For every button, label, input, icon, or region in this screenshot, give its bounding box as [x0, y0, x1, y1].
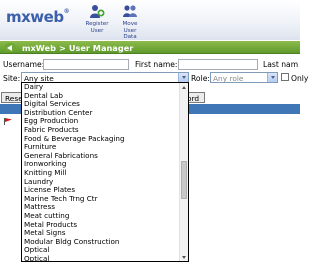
- site-options: Dairy Dental Lab Digital Services Distribut…: [22, 83, 180, 261]
- chevron-down-icon[interactable]: [178, 73, 188, 82]
- scroll-up-icon[interactable]: [180, 83, 188, 91]
- role-select[interactable]: Any role: [210, 72, 278, 83]
- breadcrumb: mxWeb > User Manager: [22, 43, 133, 53]
- move-user-data-button[interactable]: Move User Data: [113, 3, 147, 41]
- role-label: Role:: [191, 74, 210, 83]
- breadcrumb-separator: >: [58, 43, 66, 53]
- breadcrumb-bar: mxWeb > User Manager: [0, 41, 300, 54]
- register-label-1: Register: [85, 21, 109, 27]
- register-user-icon: [90, 5, 105, 18]
- lastname-label: Last nam: [263, 60, 299, 69]
- site-dropdown-list[interactable]: Dairy Dental Lab Digital Services Distribut…: [21, 82, 189, 262]
- only-label: Only: [291, 74, 309, 83]
- site-label: Site:: [3, 74, 21, 83]
- move-user-data-icon: [123, 5, 137, 17]
- firstname-field[interactable]: [178, 59, 258, 70]
- site-option[interactable]: Optical: [22, 254, 180, 261]
- register-label-2: User: [90, 27, 104, 34]
- mxweb-logo[interactable]: mxweb®: [6, 8, 70, 26]
- username-field[interactable]: [43, 59, 129, 70]
- list-scrollbar[interactable]: [179, 83, 188, 261]
- top-bar: mxweb® Register User Move User Data: [0, 0, 300, 40]
- logo-text: mxweb: [6, 8, 64, 26]
- register-user-button[interactable]: Register User: [80, 3, 114, 34]
- breadcrumb-current: User Manager: [68, 43, 134, 53]
- scrollbar-thumb[interactable]: [181, 161, 187, 199]
- scroll-down-icon[interactable]: [180, 253, 188, 261]
- flag-icon[interactable]: [4, 118, 12, 125]
- role-select-value: Any role: [213, 74, 244, 83]
- logo-mark: ®: [63, 8, 70, 15]
- chevron-down-icon[interactable]: [267, 73, 277, 82]
- firstname-label: First name:: [135, 60, 178, 69]
- only-checkbox[interactable]: [281, 73, 289, 81]
- username-label: Username:: [3, 60, 45, 69]
- back-arrow-icon[interactable]: [4, 43, 16, 52]
- breadcrumb-root[interactable]: mxWeb: [22, 43, 56, 53]
- move-label-3: Data: [123, 34, 137, 40]
